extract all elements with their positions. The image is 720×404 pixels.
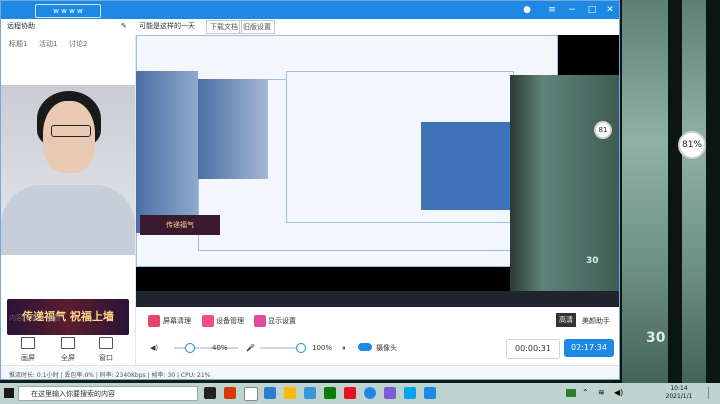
fullscreen-icon xyxy=(61,337,75,349)
close-icon[interactable]: ✕ xyxy=(604,4,616,16)
device-manage-icon xyxy=(202,315,214,327)
volume-slider-knob[interactable] xyxy=(185,343,195,353)
remote-assist-label[interactable]: 远程协助 xyxy=(7,20,35,32)
search-input[interactable]: 在这里输入你要搜索的内容 xyxy=(18,386,198,401)
app-icon-7[interactable] xyxy=(424,387,436,399)
start-stream-button[interactable]: 02:17:34 xyxy=(564,339,614,357)
channel-logo-large: 30 xyxy=(646,330,666,346)
avatar-icon[interactable]: ● xyxy=(521,4,533,16)
tab-title[interactable]: 标题1 xyxy=(9,39,27,49)
wifi-icon[interactable]: ≋ xyxy=(598,388,605,397)
tray-chevron-icon[interactable]: ⌃ xyxy=(582,388,589,397)
show-desktop-button[interactable] xyxy=(708,387,717,399)
streaming-app-window: ᴡ ᴡ ᴡ ᴡ ● ≡ − □ ✕ 远程协助 ✎ 可能是这样的一天 下载文档 旧… xyxy=(0,0,620,380)
promo-banner-thumb: 传递福气 xyxy=(140,215,220,235)
minimize-icon[interactable]: − xyxy=(566,4,578,16)
screen-preview: 传递福气 xyxy=(136,35,619,307)
volume-value: 40% xyxy=(212,344,228,352)
glasses xyxy=(51,125,91,137)
screen-clean-icon xyxy=(148,315,160,327)
curtain-panel xyxy=(198,79,268,179)
canvas-button[interactable]: 画屏 xyxy=(15,337,41,363)
volume-icon[interactable]: ◀) xyxy=(614,388,623,397)
webcam-feed xyxy=(1,85,135,255)
nested-taskbar xyxy=(136,291,619,307)
settings-button[interactable]: 旧版设置 xyxy=(239,20,275,34)
window-button[interactable]: 窗口 xyxy=(93,337,119,363)
clock-time: 10:14 xyxy=(670,385,688,392)
app-icon-3[interactable] xyxy=(344,387,356,399)
app-icon-4[interactable] xyxy=(364,387,376,399)
camera-label: 摄像头 xyxy=(376,344,397,352)
edge-icon[interactable] xyxy=(264,387,276,399)
windows-start-icon[interactable] xyxy=(4,388,14,398)
battery-icon[interactable] xyxy=(566,389,576,397)
fullscreen-label: 全屏 xyxy=(61,354,75,362)
percent-badge-small: 81 xyxy=(594,121,612,139)
window-icon xyxy=(99,337,113,349)
tab-discussion[interactable]: 讨论2 xyxy=(69,39,87,49)
status-text: 推流时长: 0:1小时 | 丢包率:0% | 码率: 2340Kbps | 帧率… xyxy=(9,372,211,379)
tab-activity[interactable]: 活动1 xyxy=(39,39,57,49)
curtain-panel xyxy=(136,71,198,233)
window-frame xyxy=(668,0,682,404)
office-icon[interactable] xyxy=(224,387,236,399)
person-face xyxy=(43,101,95,173)
mic-value: 100% xyxy=(312,344,333,352)
nested-train-view xyxy=(510,75,619,291)
notepad-icon[interactable] xyxy=(244,387,258,401)
app-icon-6[interactable] xyxy=(404,387,416,399)
live-title[interactable]: 可能是这样的一天 xyxy=(139,20,195,32)
camera-icon[interactable]: ⏸ xyxy=(342,341,346,355)
windows-taskbar: 在这里输入你要搜索的内容 ⌃ ≋ ◀) 10:14 2021/1/1 xyxy=(0,383,720,404)
edit-icon[interactable]: ✎ xyxy=(121,20,127,32)
control-bar: 屏幕清理 设备管理 显示设置 ◀) 40% 🎤 100% ⏸ 摄像头 00:00… xyxy=(136,307,619,365)
fullscreen-button[interactable]: 全屏 xyxy=(55,337,81,363)
speaker-icon[interactable]: ◀) xyxy=(150,341,158,355)
live-duration: 00:00:31 xyxy=(506,339,560,359)
channel-logo-small: 30 xyxy=(586,256,599,266)
mic-slider-knob[interactable] xyxy=(296,343,306,353)
mic-icon[interactable]: 🎤 xyxy=(246,341,255,355)
app-logo: ᴡ ᴡ ᴡ ᴡ xyxy=(35,4,101,18)
left-panel: 标题1 活动1 讨论2 传递福气 祝福上墙 内容设置 设备 画屏 全屏 窗口 xyxy=(1,35,136,365)
device-manage-button[interactable]: 设备管理 xyxy=(216,314,244,328)
title-bar: ᴡ ᴡ ᴡ ᴡ ● ≡ − □ ✕ xyxy=(1,1,619,19)
folder-icon[interactable] xyxy=(284,387,296,399)
tab-devices[interactable]: 设备 xyxy=(47,313,61,323)
taskbar-clock[interactable]: 10:14 2021/1/1 xyxy=(654,385,704,401)
display-settings-button[interactable]: 显示设置 xyxy=(268,314,296,328)
window-label: 窗口 xyxy=(99,354,113,362)
menu-icon[interactable]: ≡ xyxy=(546,4,558,16)
canvas-icon xyxy=(21,337,35,349)
tab-content-settings[interactable]: 内容设置 xyxy=(9,313,37,323)
camera-toggle[interactable] xyxy=(358,343,372,351)
download-button[interactable]: 下载文档 xyxy=(206,20,242,34)
person-jacket xyxy=(1,185,135,255)
volume-slider[interactable] xyxy=(174,347,238,349)
task-view-icon[interactable] xyxy=(204,387,216,399)
maximize-icon[interactable]: □ xyxy=(586,4,598,16)
display-settings-icon xyxy=(254,315,266,327)
canvas-label: 画屏 xyxy=(21,354,35,362)
beauty-assistant[interactable]: 美颜助手 xyxy=(582,314,610,328)
toolbar: 远程协助 ✎ 可能是这样的一天 下载文档 旧版设置 xyxy=(1,19,619,36)
app-icon-1[interactable] xyxy=(304,387,316,399)
app-icon-2[interactable] xyxy=(324,387,336,399)
screen-clean-button[interactable]: 屏幕清理 xyxy=(163,314,191,328)
clock-date: 2021/1/1 xyxy=(665,393,693,400)
mic-slider[interactable] xyxy=(260,347,300,349)
status-bar: 推流时长: 0:1小时 | 丢包率:0% | 码率: 2340Kbps | 帧率… xyxy=(1,365,619,379)
quality-badge[interactable]: 高清 xyxy=(556,313,576,327)
window-frame xyxy=(706,0,720,404)
percent-badge-large: 81% xyxy=(678,131,706,159)
app-icon-5[interactable] xyxy=(384,387,396,399)
